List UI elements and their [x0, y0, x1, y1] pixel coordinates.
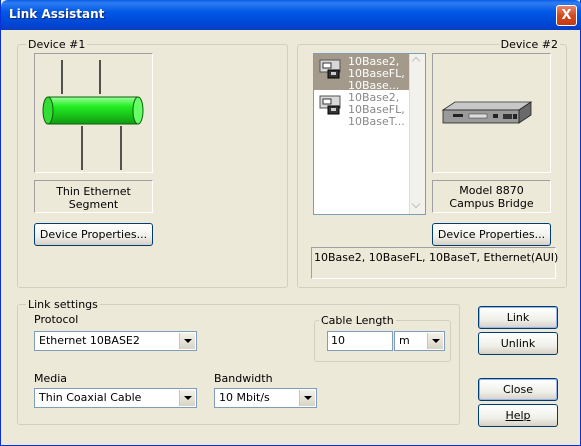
port-icon: [319, 59, 341, 79]
device1-description: Thin Ethernet Segment: [56, 185, 131, 211]
title-bar[interactable]: Link Assistant X: [1, 0, 581, 30]
scroll-up-icon[interactable]: [410, 54, 425, 69]
device2-group-label: Device #2: [498, 38, 560, 51]
interface-summary: 10Base2, 10BaseFL, 10BaseT, Ethernet(AUI…: [314, 251, 559, 264]
thin-ethernet-segment-icon: [42, 60, 144, 170]
link-button[interactable]: Link: [478, 306, 558, 329]
list-item[interactable]: 10Base2, 10BaseFL, 10Base...: [314, 54, 411, 92]
campus-bridge-icon: [441, 101, 533, 124]
interface-summary-panel: 10Base2, 10BaseFL, 10BaseT, Ethernet(AUI…: [311, 247, 559, 279]
help-button[interactable]: Help: [478, 404, 558, 427]
port-icon: [319, 95, 341, 115]
chevron-down-icon[interactable]: [427, 333, 443, 349]
scroll-down-icon[interactable]: [410, 199, 425, 214]
interface-label: 10Base2, 10BaseFL, 10BaseT...: [348, 91, 405, 128]
window-title: Link Assistant: [9, 7, 105, 21]
protocol-select[interactable]: Ethernet 10BASE2: [34, 331, 197, 351]
cable-length-input[interactable]: 10: [327, 331, 393, 351]
bandwidth-value: 10 Mbit/s: [219, 391, 270, 404]
media-label: Media: [34, 372, 68, 385]
protocol-value: Ethernet 10BASE2: [39, 334, 140, 347]
bandwidth-label: Bandwidth: [214, 372, 273, 385]
bandwidth-select[interactable]: 10 Mbit/s: [214, 388, 317, 408]
device2-properties-button[interactable]: Device Properties...: [432, 223, 551, 246]
device1-properties-button[interactable]: Device Properties...: [34, 223, 153, 246]
unlink-button[interactable]: Unlink: [478, 332, 558, 355]
device2-description-panel: Model 8870 Campus Bridge: [432, 180, 551, 213]
interface-label: 10Base2, 10BaseFL, 10Base...: [348, 55, 405, 92]
chevron-down-icon[interactable]: [179, 333, 195, 349]
media-value: Thin Coaxial Cable: [39, 391, 142, 404]
chevron-down-icon[interactable]: [179, 390, 195, 406]
cable-length-unit: m: [399, 334, 410, 347]
device2-image-panel: [432, 53, 551, 173]
link-settings-label: Link settings: [26, 298, 100, 311]
cable-length-unit-select[interactable]: m: [394, 331, 445, 351]
protocol-label: Protocol: [34, 313, 79, 326]
help-button-label: Help: [505, 409, 531, 422]
device1-group-label: Device #1: [26, 38, 88, 51]
device2-description: Model 8870 Campus Bridge: [449, 184, 534, 210]
list-item[interactable]: 10Base2, 10BaseFL, 10BaseT...: [314, 90, 411, 128]
device1-description-panel: Thin Ethernet Segment: [34, 180, 153, 213]
link-assistant-window: Link Assistant X Device #1 Thin Ethernet…: [0, 0, 581, 446]
close-button[interactable]: Close: [478, 378, 558, 401]
interface-list[interactable]: 10Base2, 10BaseFL, 10Base... 10Base2, 10…: [313, 53, 426, 215]
interface-list-scrollbar[interactable]: [409, 54, 425, 214]
cable-length-label: Cable Length: [319, 314, 396, 327]
media-select[interactable]: Thin Coaxial Cable: [34, 388, 197, 408]
cable-length-value: 10: [331, 334, 345, 347]
close-window-icon[interactable]: X: [556, 5, 577, 26]
chevron-down-icon[interactable]: [299, 390, 315, 406]
device1-image-panel: [34, 53, 153, 173]
